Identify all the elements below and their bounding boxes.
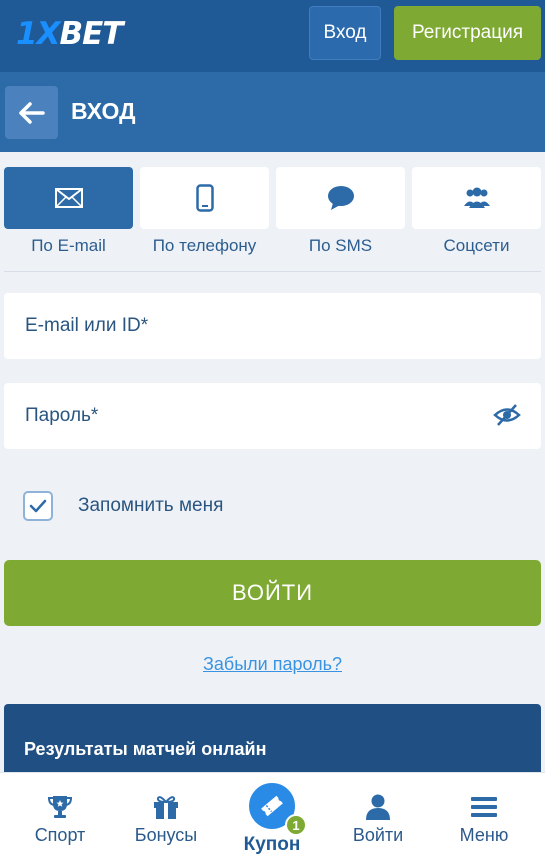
tab-email-label: По E-mail xyxy=(31,236,106,255)
eye-slash-icon[interactable] xyxy=(493,403,521,432)
results-title[interactable]: Результаты матчей онлайн xyxy=(24,739,266,760)
nav-coupon-label[interactable]: Купон xyxy=(222,834,322,856)
hamburger-menu-icon xyxy=(470,793,498,821)
divider xyxy=(4,271,541,272)
nav-login-label: Войти xyxy=(352,825,404,845)
tab-email[interactable] xyxy=(4,167,133,229)
nav-bonuses[interactable]: Бонусы xyxy=(116,773,216,856)
tab-phone[interactable] xyxy=(140,167,269,229)
nav-bonuses-label: Бонусы xyxy=(134,825,198,845)
nav-sport-label: Спорт xyxy=(34,825,86,845)
phone-icon xyxy=(195,184,214,212)
password-field[interactable]: Пароль* xyxy=(4,383,541,449)
user-icon xyxy=(365,793,391,821)
top-header: 1XBET Вход Регистрация xyxy=(0,0,545,72)
register-button[interactable]: Регистрация xyxy=(394,6,541,60)
nav-menu[interactable]: Меню xyxy=(434,773,534,856)
tab-sms-label: По SMS xyxy=(308,236,373,255)
password-placeholder: Пароль* xyxy=(25,405,99,426)
email-field[interactable]: E-mail или ID* xyxy=(4,293,541,359)
submit-login-button[interactable]: ВОЙТИ xyxy=(4,560,541,626)
chat-bubble-icon xyxy=(327,186,354,210)
arrow-left-icon xyxy=(18,101,45,124)
brand-logo[interactable]: 1XBET xyxy=(16,14,123,54)
tab-social-label: Соцсети xyxy=(443,236,510,255)
nav-menu-label: Меню xyxy=(459,825,509,845)
nav-sport[interactable]: Спорт xyxy=(10,773,110,856)
envelope-icon xyxy=(54,188,83,208)
users-icon xyxy=(463,187,490,208)
coupon-count-badge: 1 xyxy=(285,814,307,836)
login-button[interactable]: Вход xyxy=(309,6,381,60)
trophy-icon xyxy=(47,793,73,821)
forgot-password-link[interactable]: Забыли пароль? xyxy=(0,654,545,675)
back-button[interactable] xyxy=(5,86,58,139)
nav-login[interactable]: Войти xyxy=(328,773,428,856)
checkmark-icon xyxy=(29,499,47,513)
ticket-icon xyxy=(261,795,283,817)
tab-phone-label: По телефону xyxy=(152,236,257,255)
page-title: ВХОД xyxy=(71,98,136,124)
tab-sms[interactable] xyxy=(276,167,405,229)
page-title-bar: ВХОД xyxy=(0,72,545,152)
email-placeholder: E-mail или ID* xyxy=(25,315,149,336)
remember-label[interactable]: Запомнить меня xyxy=(78,495,223,517)
gift-icon xyxy=(152,793,180,821)
remember-checkbox[interactable] xyxy=(23,491,53,521)
tab-social[interactable] xyxy=(412,167,541,229)
